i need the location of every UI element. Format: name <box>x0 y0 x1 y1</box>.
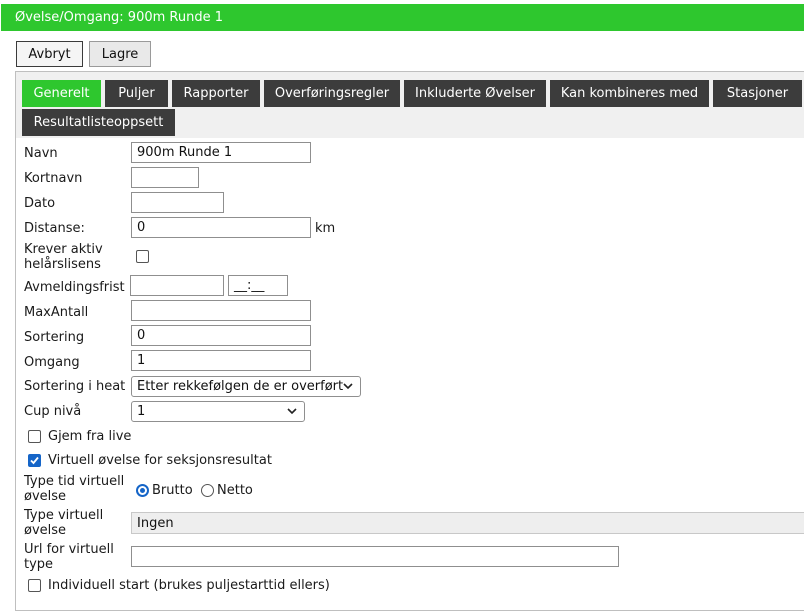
chevron-down-icon <box>287 408 297 415</box>
virtuell-ovelse-label: Virtuell øvelse for seksjonsresultat <box>48 453 272 468</box>
sortering-label: Sortering <box>24 330 85 345</box>
tab-resultatlisteoppsett[interactable]: Resultatlisteoppsett <box>22 109 175 136</box>
brutto-radio[interactable] <box>136 484 149 497</box>
tab-generelt[interactable]: Generelt <box>22 80 101 107</box>
navn-input[interactable]: 900m Runde 1 <box>131 142 311 163</box>
edit-panel: Generelt Puljer Rapporter Overføringsreg… <box>15 71 804 611</box>
maxantall-input[interactable] <box>131 300 311 321</box>
checkmark-icon <box>30 456 39 465</box>
avmeldingsfrist-time-input[interactable]: __:__ <box>228 275 288 296</box>
distanse-input[interactable]: 0 <box>131 217 311 238</box>
gjem-fra-live-checkbox[interactable] <box>28 430 41 443</box>
cup-niva-value: 1 <box>137 404 146 419</box>
navn-label: Navn <box>24 146 58 161</box>
dato-label: Dato <box>24 196 56 211</box>
sortering-input[interactable]: 0 <box>131 325 311 346</box>
cancel-button[interactable]: Avbryt <box>16 41 83 67</box>
tab-inkluderte-ovelser[interactable]: Inkluderte Øvelser <box>404 80 546 107</box>
tab-puljer[interactable]: Puljer <box>105 80 168 107</box>
type-tid-label-line2: øvelse <box>24 489 67 504</box>
avmeldingsfrist-date-input[interactable] <box>130 275 224 296</box>
netto-radio[interactable] <box>201 484 214 497</box>
tab-kan-kombineres-med[interactable]: Kan kombineres med <box>550 80 709 107</box>
omgang-label: Omgang <box>24 355 80 370</box>
omgang-input[interactable]: 1 <box>131 350 311 371</box>
individuell-start-checkbox[interactable] <box>28 579 41 592</box>
kortnavn-input[interactable] <box>131 167 199 188</box>
virtuell-ovelse-checkbox[interactable] <box>28 454 41 467</box>
sortering-heat-label: Sortering i heat <box>24 379 126 394</box>
url-virtuell-input[interactable] <box>131 546 619 567</box>
tab-overforingsregler[interactable]: Overføringsregler <box>264 80 400 107</box>
krever-lisens-label-line1: Krever aktiv <box>24 242 103 257</box>
type-virtuell-field[interactable]: Ingen <box>131 512 804 534</box>
tab-strip: Generelt Puljer Rapporter Overføringsreg… <box>16 72 804 138</box>
gjem-fra-live-label: Gjem fra live <box>48 429 132 444</box>
page-title: Øvelse/Omgang: 900m Runde 1 <box>15 10 223 25</box>
sortering-heat-select[interactable]: Etter rekkefølgen de er overført <box>131 376 361 397</box>
type-virtuell-label-line1: Type virtuell <box>24 508 104 523</box>
distanse-unit: km <box>315 221 336 236</box>
brutto-radio-label: Brutto <box>152 483 193 498</box>
netto-radio-label: Netto <box>217 483 253 498</box>
distanse-label: Distanse: <box>24 221 85 236</box>
tab-stasjoner[interactable]: Stasjoner <box>713 80 802 107</box>
tab-rapporter[interactable]: Rapporter <box>172 80 260 107</box>
sortering-heat-value: Etter rekkefølgen de er overført <box>137 379 344 394</box>
avmeldingsfrist-label: Avmeldingsfrist <box>24 280 125 295</box>
dato-input[interactable] <box>131 192 224 213</box>
save-button[interactable]: Lagre <box>89 41 151 67</box>
krever-lisens-label-line2: helårslisens <box>24 257 101 272</box>
cup-niva-label: Cup nivå <box>24 404 82 419</box>
cup-niva-select[interactable]: 1 <box>131 401 305 422</box>
type-virtuell-label-line2: øvelse <box>24 523 67 538</box>
page-title-bar: Øvelse/Omgang: 900m Runde 1 <box>1 4 804 31</box>
individuell-start-label: Individuell start (brukes puljestarttid … <box>48 578 330 593</box>
krever-lisens-checkbox[interactable] <box>136 250 149 263</box>
url-virtuell-label-line1: Url for virtuell <box>24 542 114 557</box>
url-virtuell-label-line2: type <box>24 557 54 572</box>
maxantall-label: MaxAntall <box>24 305 89 320</box>
chevron-down-icon <box>343 383 353 390</box>
type-tid-label-line1: Type tid virtuell <box>24 474 125 489</box>
kortnavn-label: Kortnavn <box>24 171 83 186</box>
